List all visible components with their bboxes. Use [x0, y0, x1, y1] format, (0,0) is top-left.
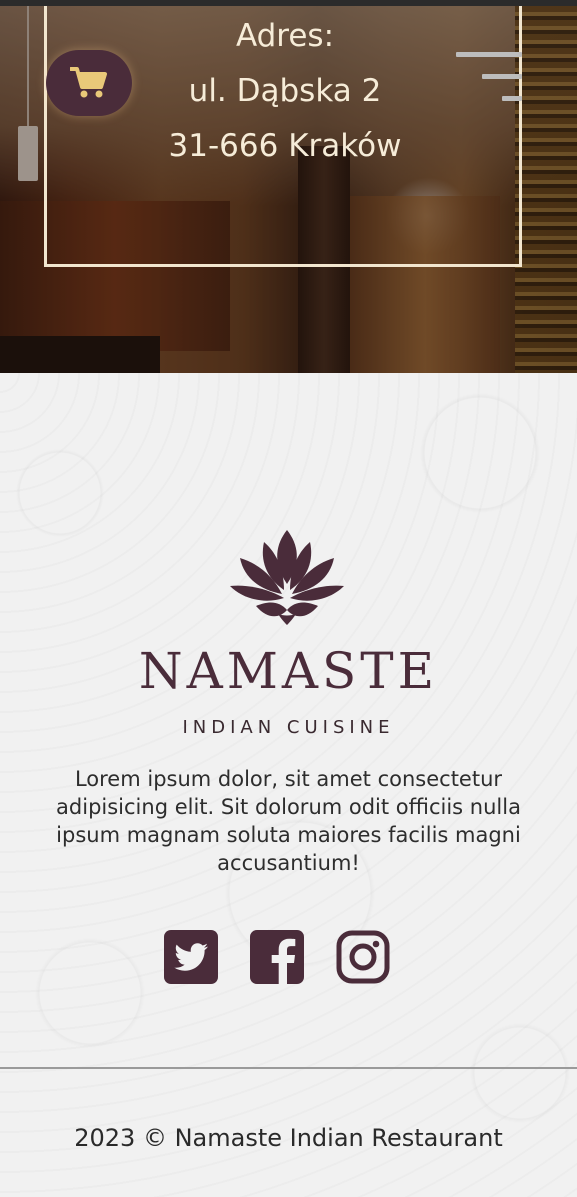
brand-name: NAMASTE	[138, 642, 439, 700]
hero-section: Adres: ul. Dąbska 2 31-666 Kraków	[0, 6, 577, 373]
social-links	[164, 930, 392, 986]
twitter-icon	[164, 930, 218, 984]
cart-button[interactable]	[46, 50, 132, 116]
footer-description: Lorem ipsum dolor, sit amet consectetur …	[56, 767, 521, 875]
address-heading: Adres:	[235, 18, 335, 54]
copyright-text: 2023 © Namaste Indian Restaurant	[74, 1124, 503, 1152]
instagram-icon	[336, 930, 390, 984]
menu-toggle-button[interactable]	[454, 52, 522, 104]
hamburger-menu-icon	[456, 52, 522, 57]
cart-icon	[70, 67, 107, 98]
lotus-logo-icon	[230, 530, 344, 625]
hamburger-bar	[482, 74, 522, 79]
footer-divider	[0, 1067, 577, 1069]
footer-section: NAMASTE INDIAN CUISINE Lorem ipsum dolor…	[0, 373, 577, 1197]
address-city: 31-666 Kraków	[168, 128, 402, 164]
facebook-icon	[250, 930, 304, 984]
facebook-link[interactable]	[250, 930, 304, 984]
instagram-link[interactable]	[336, 930, 390, 984]
twitter-link[interactable]	[164, 930, 218, 984]
brand-tagline: INDIAN CUISINE	[182, 717, 395, 738]
hamburger-bar	[502, 96, 522, 101]
